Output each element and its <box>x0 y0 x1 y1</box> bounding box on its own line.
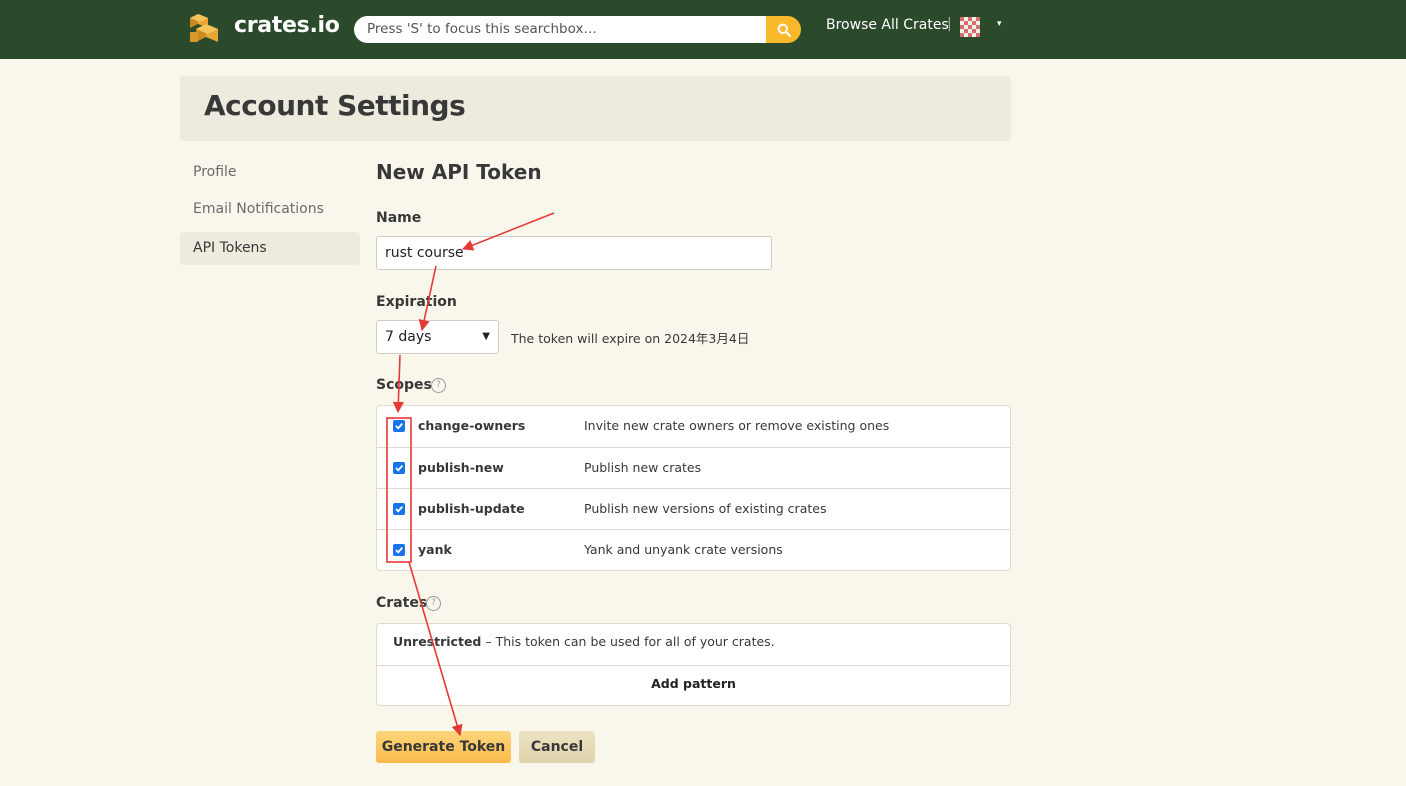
expiration-label: Expiration <box>376 294 457 310</box>
scope-description: Publish new versions of existing crates <box>584 501 827 516</box>
user-menu-caret-icon[interactable]: ▾ <box>997 19 1002 29</box>
scope-description: Publish new crates <box>584 460 702 475</box>
scope-row-yank[interactable]: yank Yank and unyank crate versions <box>377 529 1010 570</box>
expiration-select[interactable]: 7 days ▼ <box>376 320 499 354</box>
scope-name: change-owners <box>418 418 526 433</box>
unrestricted-label: Unrestricted <box>393 634 482 649</box>
name-label: Name <box>376 210 422 226</box>
scope-description: Invite new crate owners or remove existi… <box>584 418 890 433</box>
search-icon <box>777 23 791 37</box>
crates-help-icon[interactable]: ? <box>426 596 441 611</box>
page-title: Account Settings <box>204 89 466 122</box>
unrestricted-description: – This token can be used for all of your… <box>481 634 775 649</box>
crates-label: Crates <box>376 595 428 611</box>
search-input[interactable]: Press 'S' to focus this searchbox… <box>354 16 766 43</box>
scopes-list: change-owners Invite new crate owners or… <box>376 405 1011 571</box>
crates-restriction-box: Unrestricted – This token can be used fo… <box>376 623 1011 706</box>
add-pattern-button[interactable]: Add pattern <box>377 676 1010 691</box>
scope-checkbox[interactable] <box>393 544 405 556</box>
scopes-label: Scopes <box>376 377 432 393</box>
scope-name: yank <box>418 542 452 557</box>
sidebar-item-api-tokens[interactable]: API Tokens <box>180 232 360 265</box>
scope-checkbox[interactable] <box>393 420 405 432</box>
scopes-help-icon[interactable]: ? <box>431 378 446 393</box>
user-avatar[interactable] <box>960 17 980 37</box>
scope-description: Yank and unyank crate versions <box>584 542 783 557</box>
scope-row-publish-update[interactable]: publish-update Publish new versions of e… <box>377 488 1010 529</box>
sidebar-item-profile[interactable]: Profile <box>180 156 360 189</box>
search-button[interactable] <box>766 16 801 43</box>
crates-unrestricted-row: Unrestricted – This token can be used fo… <box>393 634 775 649</box>
form-title: New API Token <box>376 160 542 184</box>
scope-row-publish-new[interactable]: publish-new Publish new crates <box>377 447 1010 488</box>
scope-checkbox[interactable] <box>393 462 405 474</box>
expiration-note: The token will expire on 2024年3月4日 <box>511 331 750 346</box>
sidebar-item-email-notifications[interactable]: Email Notifications <box>180 193 360 226</box>
divider <box>377 665 1010 666</box>
nav-separator: | <box>947 16 952 32</box>
scope-name: publish-new <box>418 460 504 475</box>
generate-token-button[interactable]: Generate Token <box>376 731 511 763</box>
cancel-button[interactable]: Cancel <box>519 731 595 763</box>
expiration-value: 7 days <box>385 329 432 345</box>
chevron-down-icon: ▼ <box>482 331 490 342</box>
brand-name[interactable]: crates.io <box>234 13 340 38</box>
crates-logo-icon[interactable] <box>188 12 222 46</box>
top-nav-bar: crates.io Press 'S' to focus this search… <box>0 0 1406 59</box>
token-name-input[interactable]: rust course <box>376 236 772 270</box>
browse-all-crates-link[interactable]: Browse All Crates <box>826 17 949 33</box>
scope-name: publish-update <box>418 501 525 516</box>
scope-row-change-owners[interactable]: change-owners Invite new crate owners or… <box>377 406 1010 447</box>
scope-checkbox[interactable] <box>393 503 405 515</box>
